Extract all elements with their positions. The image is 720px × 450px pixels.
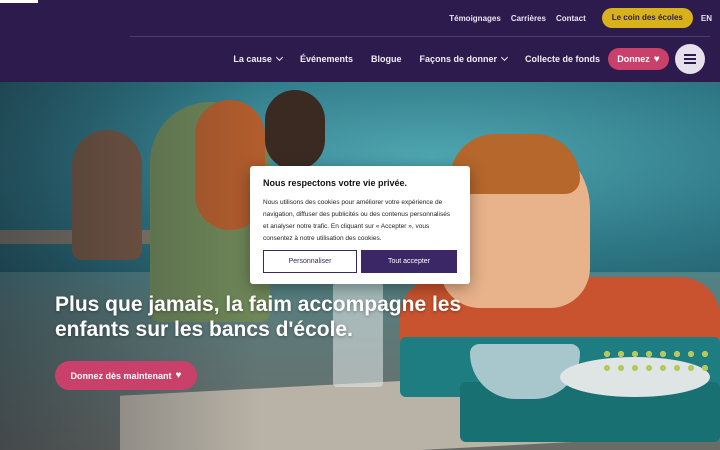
cookie-actions: Personnaliser Tout accepter bbox=[263, 250, 457, 273]
heart-icon: ♥ bbox=[175, 370, 182, 381]
top-link-contact[interactable]: Contact bbox=[556, 14, 586, 23]
language-toggle[interactable]: EN bbox=[701, 14, 712, 23]
heart-icon: ♥ bbox=[653, 53, 660, 65]
hamburger-menu-button[interactable] bbox=[675, 44, 705, 74]
nav-item-blog[interactable]: Blogue bbox=[371, 54, 402, 64]
cookie-title: Nous respectons votre vie privée. bbox=[263, 178, 408, 188]
customize-cookies-button[interactable]: Personnaliser bbox=[263, 250, 357, 273]
donate-button[interactable]: Donnez ♥ bbox=[608, 48, 669, 70]
nav-item-ways-to-give[interactable]: Façons de donner bbox=[419, 53, 509, 64]
top-link-testimonials[interactable]: Témoignages bbox=[449, 14, 501, 23]
main-nav: La cause Événements Blogue Façons de don… bbox=[215, 50, 600, 68]
site-header: Témoignages Carrières Contact Le coin de… bbox=[0, 0, 720, 82]
nav-item-cause[interactable]: La cause bbox=[233, 53, 283, 64]
chevron-down-icon bbox=[275, 53, 283, 62]
top-link-careers[interactable]: Carrières bbox=[511, 14, 546, 23]
hero-title: Plus que jamais, la faim accompagne les … bbox=[55, 293, 462, 341]
nav-item-fundraising[interactable]: Collecte de fonds bbox=[525, 54, 600, 64]
nav-item-events[interactable]: Événements bbox=[300, 54, 353, 64]
hamburger-menu-icon bbox=[684, 54, 696, 56]
logo-strip bbox=[0, 0, 38, 3]
utility-nav: Témoignages Carrières Contact Le coin de… bbox=[449, 7, 712, 29]
cookie-description: Nous utilisons des cookies pour améliore… bbox=[263, 199, 451, 242]
schools-corner-button[interactable]: Le coin des écoles bbox=[601, 8, 693, 28]
accept-all-cookies-button[interactable]: Tout accepter bbox=[361, 250, 457, 273]
donate-now-button[interactable]: Donnez dès maintenant ♥ bbox=[55, 361, 197, 390]
chevron-down-icon bbox=[500, 53, 509, 62]
cookie-consent-dialog: Nous respectons votre vie privée. Nous u… bbox=[250, 166, 470, 284]
header-divider bbox=[130, 36, 710, 37]
